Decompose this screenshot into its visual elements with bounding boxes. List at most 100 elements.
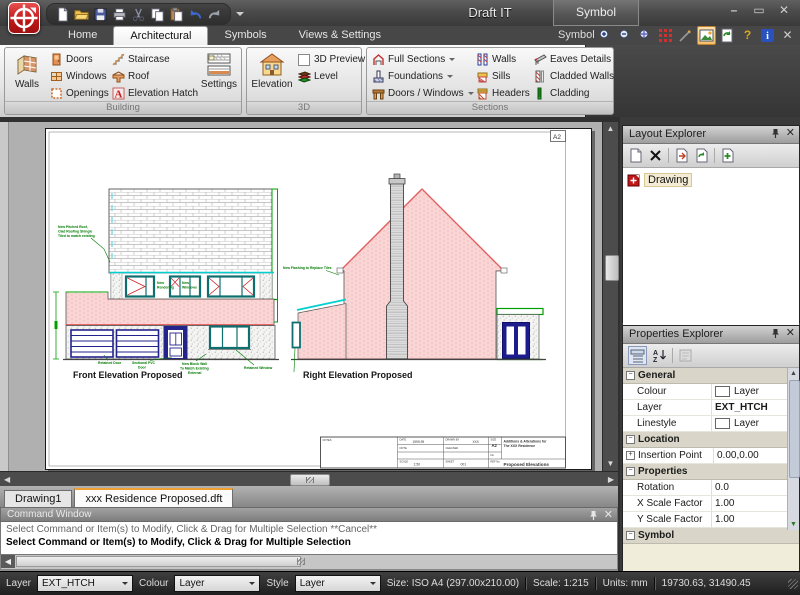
- colour-dropdown[interactable]: Layer: [174, 575, 260, 592]
- layout-item-drawing[interactable]: Drawing: [627, 173, 795, 187]
- info-icon[interactable]: i: [759, 27, 776, 44]
- refresh-layout-icon[interactable]: [694, 148, 709, 163]
- scroll-down-icon[interactable]: ▼: [605, 458, 616, 470]
- drawing-canvas[interactable]: A2: [0, 122, 602, 471]
- scroll-left-icon[interactable]: ◀: [4, 474, 10, 485]
- export-layout-icon[interactable]: [674, 148, 689, 163]
- insert-layout-icon[interactable]: [720, 148, 735, 163]
- canvas-vertical-scrollbar[interactable]: ▲ ▼: [602, 122, 618, 471]
- scroll-down-icon[interactable]: ▼: [788, 519, 799, 530]
- insert-image-tool-icon[interactable]: [697, 26, 716, 45]
- app-menu-button[interactable]: [8, 2, 40, 34]
- openings-button[interactable]: Openings: [47, 85, 109, 102]
- property-row-rotation[interactable]: Rotation0.0: [623, 480, 799, 496]
- scroll-right-icon[interactable]: ▶: [608, 474, 614, 485]
- elevation-hatch-button[interactable]: AElevation Hatch: [109, 85, 199, 102]
- tab-residence-proposed[interactable]: xxx Residence Proposed.dft: [74, 488, 233, 507]
- command-scroll-thumb[interactable]: [16, 556, 301, 567]
- grid-snap-icon[interactable]: [657, 27, 674, 44]
- scroll-left-icon[interactable]: ◀: [1, 555, 15, 568]
- pin-icon[interactable]: [589, 510, 598, 521]
- property-row-insertion-point[interactable]: +Insertion Point0.00,0.00: [623, 448, 799, 464]
- open-file-icon[interactable]: [74, 7, 89, 22]
- headers-button[interactable]: Headers: [473, 85, 531, 102]
- scroll-up-icon[interactable]: ▲: [605, 123, 616, 135]
- command-window-titlebar[interactable]: Command Window ✕: [0, 507, 618, 522]
- walls-button[interactable]: Walls: [7, 49, 47, 105]
- resize-grip[interactable]: [788, 579, 798, 589]
- alphabetical-sort-icon[interactable]: AZ: [652, 348, 667, 363]
- tab-architectural[interactable]: Architectural: [113, 26, 208, 45]
- category-location[interactable]: −Location: [623, 432, 799, 448]
- print-icon[interactable]: [112, 7, 127, 22]
- maximize-button[interactable]: ▭: [751, 3, 767, 17]
- doors-button[interactable]: Doors: [47, 51, 109, 68]
- zoom-extents-icon[interactable]: [637, 27, 654, 44]
- close-panel-icon[interactable]: ✕: [786, 127, 795, 139]
- symbol-panel-title[interactable]: Symbol: [553, 0, 639, 26]
- layout-explorer-titlebar[interactable]: Layout Explorer ✕: [623, 126, 799, 144]
- tab-home[interactable]: Home: [52, 26, 113, 45]
- minimize-button[interactable]: –: [726, 3, 742, 17]
- property-row-colour[interactable]: ColourLayer: [623, 384, 799, 400]
- tab-drawing1[interactable]: Drawing1: [4, 490, 72, 507]
- cladded-walls-button[interactable]: Cladded Walls: [531, 68, 611, 85]
- paste-icon[interactable]: [169, 7, 184, 22]
- property-row-layer[interactable]: LayerEXT_HTCH: [623, 400, 799, 416]
- layer-dropdown[interactable]: EXT_HTCH: [37, 575, 133, 592]
- new-file-icon[interactable]: [55, 7, 70, 22]
- new-layout-icon[interactable]: [628, 148, 643, 163]
- close-panel-icon[interactable]: ✕: [786, 327, 795, 339]
- save-icon[interactable]: [93, 7, 108, 22]
- dropdown-icon[interactable]: [449, 58, 455, 61]
- tab-symbols[interactable]: Symbols: [208, 26, 282, 45]
- category-general[interactable]: −General: [623, 368, 799, 384]
- toolbar-close-icon[interactable]: ✕: [779, 27, 796, 44]
- command-scrollbar[interactable]: ◀: [0, 555, 618, 570]
- properties-explorer-titlebar[interactable]: Properties Explorer ✕: [623, 326, 799, 344]
- copy-icon[interactable]: [150, 7, 165, 22]
- dropdown-icon[interactable]: [447, 75, 453, 78]
- help-icon[interactable]: ?: [739, 27, 756, 44]
- undo-icon[interactable]: [188, 7, 203, 22]
- pin-icon[interactable]: [771, 328, 780, 339]
- zoom-out-icon[interactable]: [617, 27, 634, 44]
- close-button[interactable]: ✕: [776, 3, 792, 17]
- redo-icon[interactable]: [207, 7, 222, 22]
- cut-icon[interactable]: [131, 7, 146, 22]
- full-sections-button[interactable]: Full Sections: [369, 51, 473, 68]
- checkbox-icon[interactable]: [298, 54, 310, 66]
- canvas-horizontal-scrollbar[interactable]: ◀ ▶: [0, 471, 618, 486]
- staircase-button[interactable]: Staircase: [109, 51, 199, 68]
- windows-button[interactable]: Windows: [47, 68, 109, 85]
- 3d-preview-checkbox[interactable]: 3D Preview: [295, 51, 359, 68]
- walls-section-button[interactable]: Walls: [473, 51, 531, 68]
- drawing-sheet[interactable]: A2: [45, 128, 592, 470]
- scroll-up-icon[interactable]: ▲: [788, 368, 799, 379]
- settings-button[interactable]: Settings: [199, 49, 239, 105]
- qat-customize-dropdown-icon[interactable]: [236, 12, 244, 16]
- command-history[interactable]: Select Command or Item(s) to Modify, Cli…: [0, 522, 618, 555]
- doors-windows-section-button[interactable]: Doors / Windows: [369, 85, 473, 102]
- level-button[interactable]: Level: [295, 68, 359, 85]
- elevation-button[interactable]: Elevation: [249, 49, 295, 105]
- horizontal-scroll-thumb[interactable]: [290, 474, 330, 486]
- property-row-linestyle[interactable]: LinestyleLayer: [623, 416, 799, 432]
- zoom-in-icon[interactable]: [597, 27, 614, 44]
- refresh-icon[interactable]: [719, 27, 736, 44]
- tab-views-settings[interactable]: Views & Settings: [283, 26, 397, 45]
- ortho-line-icon[interactable]: [677, 27, 694, 44]
- close-panel-icon[interactable]: ✕: [604, 509, 613, 521]
- vertical-scroll-thumb[interactable]: [605, 255, 619, 281]
- property-row-x-scale[interactable]: X Scale Factor1.00: [623, 496, 799, 512]
- roof-button[interactable]: Roof: [109, 68, 199, 85]
- property-grid-scrollbar[interactable]: ▲ ▼: [787, 368, 799, 530]
- eaves-details-button[interactable]: Eaves Details: [531, 51, 611, 68]
- delete-layout-icon[interactable]: [648, 148, 663, 163]
- style-dropdown[interactable]: Layer: [295, 575, 381, 592]
- pin-icon[interactable]: [771, 128, 780, 139]
- category-properties[interactable]: −Properties: [623, 464, 799, 480]
- property-row-y-scale[interactable]: Y Scale Factor1.00: [623, 512, 799, 528]
- cladding-button[interactable]: Cladding: [531, 85, 611, 102]
- foundations-button[interactable]: Foundations: [369, 68, 473, 85]
